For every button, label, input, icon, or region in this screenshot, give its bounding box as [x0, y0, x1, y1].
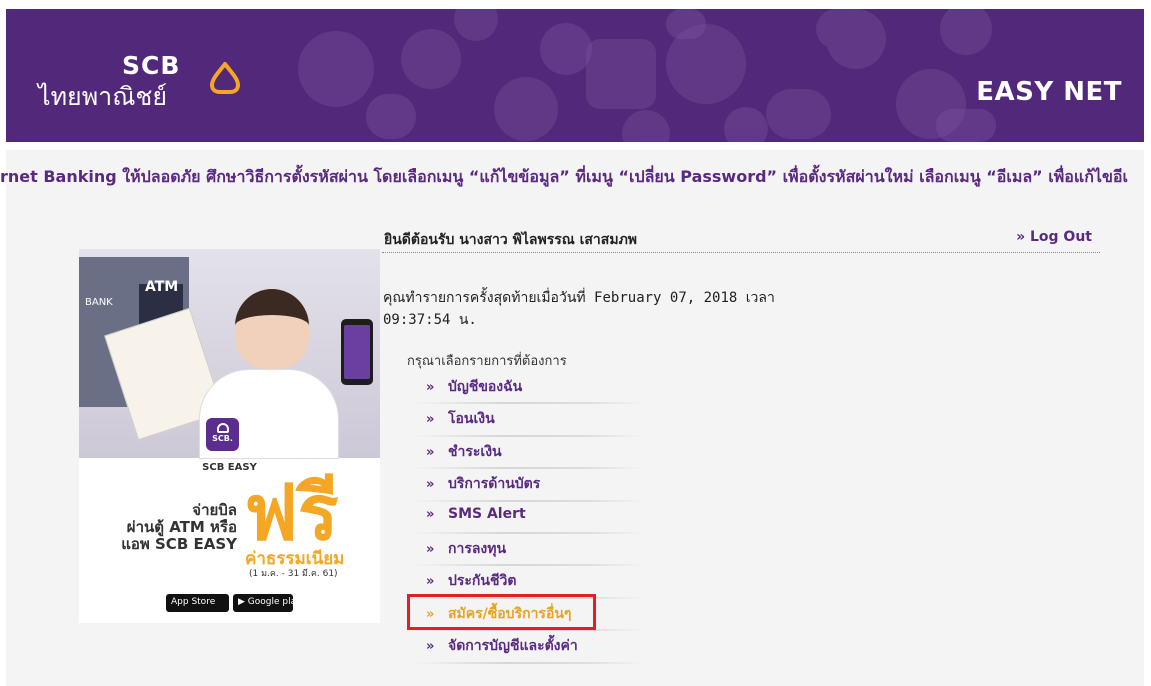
menu-item-label: บริการด้านบัตร	[448, 476, 541, 493]
app-icon-text: SCB.	[212, 434, 233, 443]
menu-item-payment[interactable]: » ชำระเงิน	[413, 436, 643, 470]
menu-arrow-icon: »	[426, 380, 435, 395]
menu-item-label: ประกันชีวิต	[448, 573, 517, 590]
pay-line-1: จ่ายบิล	[192, 501, 237, 519]
menu-item-label: บัญชีของฉัน	[448, 379, 523, 395]
menu-item-sms-alert[interactable]: » SMS Alert	[413, 501, 643, 534]
header-banner: SCB ไทยพาณิชย์ EASY NET	[6, 9, 1144, 142]
person-head-image	[235, 289, 309, 369]
product-name: EASY NET	[976, 77, 1122, 107]
welcome-greeting: ยินดีต้อนรับ นางสาว พิไลพรรณ เสาสมภพ	[384, 232, 638, 248]
last-login-line-1: คุณทำรายการครั้งสุดท้ายเมื่อวันที่ Febru…	[383, 290, 775, 306]
menu-arrow-icon: »	[426, 477, 435, 493]
app-store-badge[interactable]: App Store	[166, 594, 229, 612]
highlight-box	[407, 594, 596, 630]
welcome-bar: ยินดีต้อนรับ นางสาว พิไลพรรณ เสาสมภพ » L…	[382, 227, 1100, 253]
menu-item-label: SMS Alert	[448, 505, 526, 522]
menu-item-account-settings[interactable]: » จัดการบัญชีและตั้งค่า	[413, 631, 643, 664]
last-login-line-2: 09:37:54 น.	[383, 312, 477, 328]
logo-thai-text: ไทยพาณิชย์	[38, 82, 168, 111]
promo-period: (1 ม.ค. - 31 มี.ค. 61)	[249, 569, 338, 579]
menu-arrow-icon: »	[426, 412, 435, 428]
menu-item-label: โอนเงิน	[448, 411, 495, 428]
google-play-badge[interactable]: ▶ Google play	[233, 594, 301, 612]
bank-label: BANK	[85, 297, 113, 308]
menu-item-card-services[interactable]: » บริการด้านบัตร	[413, 469, 643, 502]
promo-free-text: ฟรี	[244, 468, 339, 557]
menu-arrow-icon: »	[426, 639, 435, 655]
announcement-text: rnet Banking ให้ปลอดภัย ศึกษาวิธีการตั้ง…	[0, 167, 1128, 186]
announcement-marquee: rnet Banking ให้ปลอดภัย ศึกษาวิธีการตั้ง…	[0, 163, 1151, 189]
menu-title: กรุณาเลือกรายการที่ต้องการ	[407, 354, 567, 369]
logout-link[interactable]: » Log Out	[1016, 229, 1092, 245]
promo-pay-text: จ่ายบิล ผ่านตู้ ATM หรือ แอพ SCB EASY	[79, 502, 237, 553]
pay-line-2: ผ่านตู้ ATM หรือ	[126, 518, 237, 536]
scb-easy-app-icon: SCB.	[206, 418, 239, 451]
google-play-label: Google play	[247, 597, 302, 607]
menu-item-label: การลงทุน	[448, 540, 507, 557]
scb-lotus-icon	[210, 62, 240, 94]
logo-text: SCB	[122, 51, 181, 80]
menu-arrow-icon: »	[426, 574, 435, 590]
app-store-label: App Store	[171, 597, 216, 607]
menu-item-label: ชำระเงิน	[448, 443, 502, 460]
menu-item-transfer[interactable]: » โอนเงิน	[413, 404, 643, 437]
atm-label: ATM	[145, 279, 179, 295]
promo-banner[interactable]: ATM BANK SCB. SCB EASY จ่ายบิล ผ่านตู้ A…	[79, 249, 380, 623]
menu-arrow-icon: »	[426, 541, 435, 557]
menu-item-label: จัดการบัญชีและตั้งค่า	[448, 638, 578, 655]
last-login-info: คุณทำรายการครั้งสุดท้ายเมื่อวันที่ Febru…	[383, 287, 783, 331]
phone-screen-image	[344, 325, 370, 379]
menu-item-investment[interactable]: » การลงทุน	[413, 533, 643, 567]
menu-arrow-icon: »	[426, 444, 435, 460]
menu-item-my-account[interactable]: » บัญชีของฉัน	[413, 372, 643, 405]
pay-line-3: แอพ SCB EASY	[121, 535, 237, 553]
menu-arrow-icon: »	[426, 506, 435, 522]
